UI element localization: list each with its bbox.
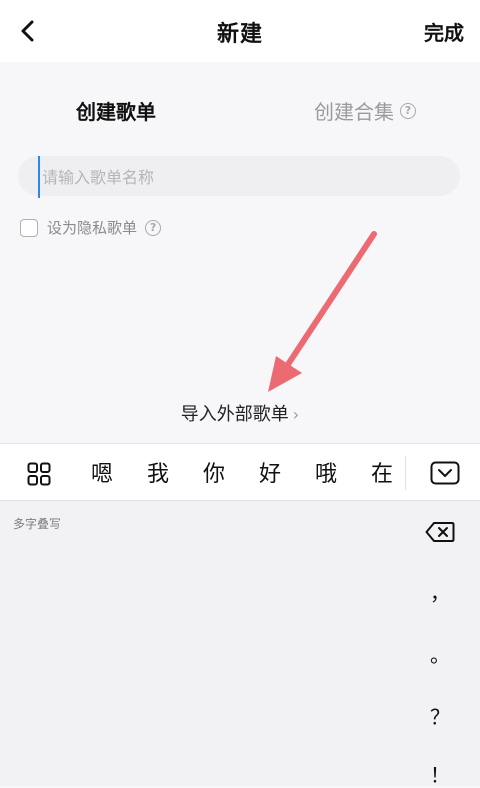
candidate-list: 嗯 我 你 好 哦 在 — [74, 444, 410, 500]
handwriting-mode-label[interactable]: 多字叠写 — [13, 515, 61, 532]
candidate-word[interactable]: 我 — [130, 456, 186, 488]
ime-candidate-bar: 嗯 我 你 好 哦 在 — [0, 443, 480, 501]
candidate-word[interactable]: 好 — [242, 456, 298, 488]
candidate-word[interactable]: 你 — [186, 456, 242, 488]
chevron-right-icon: › — [292, 405, 300, 424]
exclamation-key[interactable]: ！ — [420, 759, 460, 788]
handwriting-keyboard[interactable]: 多字叠写 ， 。 ？ ！ — [0, 501, 480, 788]
candidate-divider — [405, 456, 406, 490]
question-mark-key[interactable]: ？ — [420, 701, 460, 730]
import-external-playlist-link[interactable]: 导入外部歌单 › — [0, 400, 480, 426]
candidate-word[interactable]: 嗯 — [74, 456, 130, 488]
comma-key[interactable]: ， — [420, 577, 460, 606]
candidate-word[interactable]: 在 — [354, 456, 410, 488]
keyboard-collapse-icon[interactable] — [430, 461, 460, 485]
import-link-label: 导入外部歌单 — [180, 404, 289, 425]
backspace-icon[interactable] — [425, 521, 455, 543]
period-key[interactable]: 。 — [420, 639, 460, 668]
grid-menu-icon[interactable] — [27, 462, 51, 486]
candidate-word[interactable]: 哦 — [298, 456, 354, 488]
